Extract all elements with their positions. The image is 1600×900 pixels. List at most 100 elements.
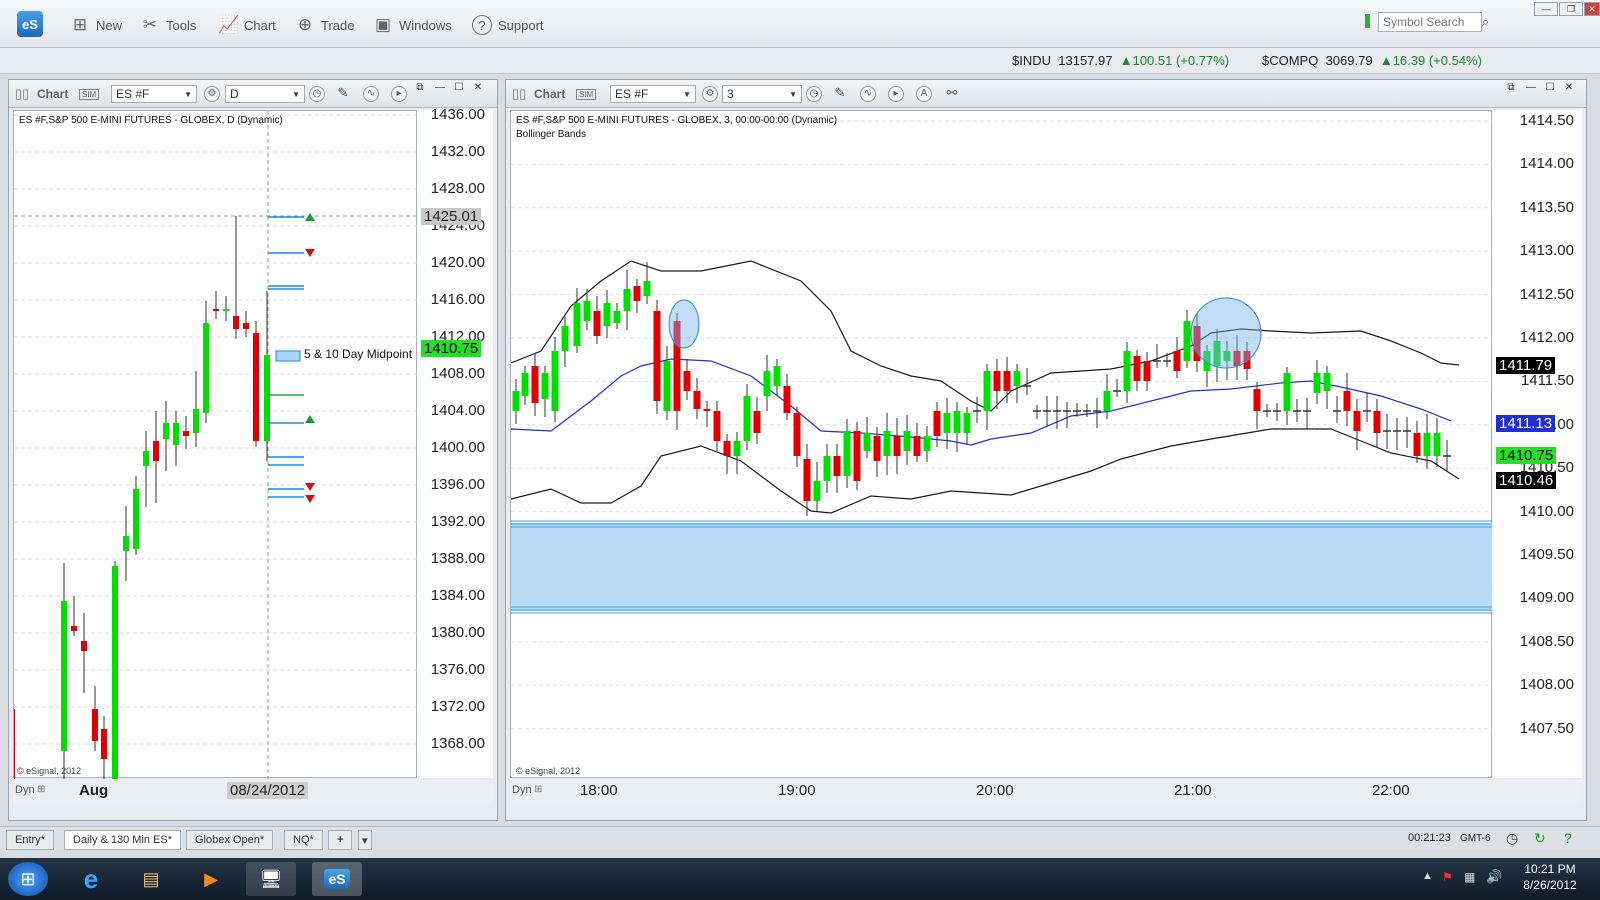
right-price-axis[interactable]: 1414.50 1414.00 1413.50 1413.00 1412.50 1412.… [1492, 110, 1582, 778]
left-chart-plot[interactable]: ES #F,S&P 500 E-MINI FUTURES - GLOBEX, D… [13, 110, 418, 779]
link-icon[interactable]: ⚯ [944, 86, 960, 102]
candle-body [783, 386, 791, 413]
panel-maximize-icon[interactable]: ☐ [1541, 82, 1559, 94]
tab-label: Globex Open* [195, 834, 265, 846]
restore-button[interactable]: ❐ [1559, 2, 1583, 16]
candle-body [143, 451, 149, 466]
candle-body [1433, 433, 1441, 456]
windows-button[interactable]: ▣ Windows [373, 12, 452, 38]
tray-arrow-icon[interactable]: ▲ [1422, 870, 1433, 882]
y-tick-label: 1413.00 [1519, 242, 1574, 260]
pencil-icon[interactable]: ✎ [832, 86, 848, 102]
panel-maximize-icon[interactable]: ☐ [450, 82, 468, 94]
y-tick-label: 1411.50 [1520, 372, 1574, 390]
chart-button[interactable]: 📈 Chart [218, 12, 276, 38]
zoom-icon[interactable]: ⊞ [37, 784, 45, 795]
high-price-tag: 1425.01 [421, 208, 482, 225]
lower-bollinger-band [511, 428, 1460, 514]
os-taskbar: ⊞ e ▤ ▶ 🖥 eS ▲ ⚑ ▦ 🔊 10:21 PM 8/26/2012 [0, 858, 1600, 900]
candle-body [993, 371, 1001, 391]
symbol-combo[interactable]: ES #F ▼ [610, 85, 696, 103]
right-time-axis[interactable]: Dyn ⊞ 18:00 19:00 20:00 21:00 22:00 [510, 780, 1582, 804]
symbol-search-input[interactable] [1378, 12, 1482, 32]
link-window-icon[interactable]: ⧉ [1502, 82, 1520, 94]
refresh-icon[interactable]: ↻ [1534, 830, 1546, 847]
clock-icon[interactable]: ◷ [1506, 830, 1518, 847]
tab-globex-open[interactable]: Globex Open* [186, 830, 274, 850]
ticker-compq[interactable]: $COMPQ 3069.79 ▲16.39 (+0.54%) [1262, 53, 1482, 68]
right-chart-plot[interactable]: ES #F,S&P 500 E-MINI FUTURES - GLOBEX, 3… [510, 110, 1493, 778]
interval-combo[interactable]: 3 ▼ [722, 85, 802, 103]
tray-date[interactable]: 8/26/2012 [1520, 878, 1580, 892]
play-icon[interactable]: ▸ [888, 86, 904, 102]
support-button[interactable]: ? Support [472, 12, 544, 38]
candle-body [153, 441, 159, 461]
candle-body [853, 431, 861, 481]
panel-minimize-icon[interactable]: — [431, 82, 449, 94]
y-tick-label: 1414.50 [1519, 112, 1574, 129]
add-tab-button[interactable]: + [328, 830, 353, 850]
symbol-combo[interactable]: ES #F ▼ [111, 85, 197, 103]
internet-explorer-icon[interactable]: e [66, 862, 116, 896]
tab-daily-130[interactable]: Daily & 130 Min ES* [64, 830, 182, 850]
candle-body [1413, 433, 1421, 456]
volume-icon[interactable]: 🔊 [1486, 869, 1502, 885]
zoom-icon[interactable]: ⊞ [534, 784, 542, 795]
interval-value: 3 [727, 87, 734, 101]
down-arrow-icon [305, 495, 315, 503]
media-player-icon[interactable]: ▶ [186, 862, 236, 896]
curve-icon[interactable]: ∿ [860, 86, 876, 102]
tray-time[interactable]: 10:21 PM [1520, 862, 1580, 876]
left-price-axis[interactable]: 1436.00 1432.00 1428.00 1424.00 1420.00 1416.… [417, 106, 493, 778]
candle-body [243, 323, 249, 329]
help-icon[interactable]: ? [1564, 830, 1572, 846]
ticker-indu[interactable]: $INDU 13157.97 ▲100.51 (+0.77%) [1012, 53, 1229, 68]
left-time-axis[interactable]: Dyn ⊞ Aug 08/24/2012 [13, 780, 493, 804]
search-icon[interactable]: ⌕ [1482, 14, 1489, 30]
start-button-icon[interactable]: ⊞ [8, 862, 48, 896]
minimize-button[interactable]: — [1534, 2, 1558, 16]
settings-gear-icon[interactable]: ⚙ [702, 86, 718, 102]
x-tick-label: 18:00 [580, 782, 618, 799]
candle-body [703, 409, 711, 411]
trade-button[interactable]: ⊕ Trade [295, 12, 355, 38]
file-explorer-icon[interactable]: ▤ [126, 862, 176, 896]
main-toolbar: eS ⊞ New ✂ Tools 📈 Chart ⊕ Trade ▣ Windows ? S… [0, 0, 1600, 48]
network-icon[interactable]: ▦ [1464, 870, 1475, 884]
panel-close-icon[interactable]: ✕ [469, 82, 487, 94]
pencil-icon[interactable]: ✎ [335, 86, 351, 102]
support-label: Support [498, 17, 544, 33]
candle-body [883, 431, 891, 456]
candle-body [1173, 351, 1181, 371]
candle-body [1003, 371, 1011, 391]
tab-menu-button[interactable]: ▾ [358, 830, 372, 850]
settings-gear-icon[interactable]: ⚙ [204, 86, 220, 102]
interval-combo[interactable]: D ▼ [225, 85, 305, 103]
candle-body [773, 366, 781, 386]
esignal-taskbar-icon[interactable]: eS [312, 862, 362, 896]
new-button[interactable]: ⊞ New [70, 12, 122, 38]
last-price-tag: 1410.75 [421, 340, 482, 357]
y-tick-label: 1392.00 [430, 513, 485, 530]
panel-minimize-icon[interactable]: — [1522, 82, 1540, 94]
chevron-down-icon: ▼ [789, 90, 797, 99]
candle-body [603, 303, 611, 326]
tab-entry[interactable]: Entry* [6, 830, 54, 850]
curve-icon[interactable]: ∿ [363, 86, 379, 102]
y-tick-label: 1368.00 [430, 735, 485, 752]
clock-icon[interactable]: ◷ [309, 86, 325, 102]
app-logo-icon[interactable]: eS [17, 11, 43, 37]
link-window-icon[interactable]: ⧉ [411, 82, 429, 94]
clock-icon[interactable]: ◷ [806, 86, 822, 102]
tab-nq[interactable]: NQ* [284, 830, 323, 850]
alert-icon[interactable]: A [916, 86, 932, 102]
play-icon[interactable]: ▸ [391, 86, 407, 102]
down-arrow-icon [305, 483, 315, 491]
close-button[interactable]: ✕ [1584, 2, 1600, 16]
panel-close-icon[interactable]: ✕ [1560, 82, 1578, 94]
candle-body [713, 411, 721, 441]
computer-icon[interactable]: 🖥 [246, 862, 296, 896]
middle-band-tag: 1411.13 [1496, 415, 1556, 432]
tools-button[interactable]: ✂ Tools [140, 12, 196, 38]
action-center-icon[interactable]: ⚑ [1442, 870, 1453, 884]
